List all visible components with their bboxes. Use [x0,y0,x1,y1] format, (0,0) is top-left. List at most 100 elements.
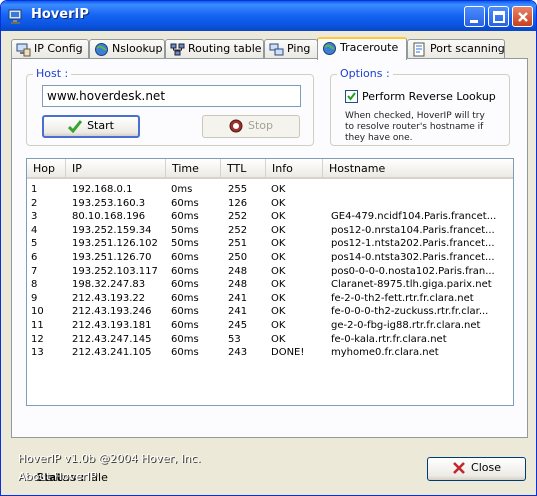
close-button[interactable]: Close [427,457,526,481]
table-cell: 245 [228,320,248,331]
table-cell: OK [271,333,286,345]
minimize-button[interactable] [464,6,485,27]
table-cell: OK [271,265,286,277]
close-window-button[interactable] [512,6,533,27]
table-cell: 193.252.103.117 [72,265,158,277]
table-cell: Claranet-8975.tlh.giga.parix.net [331,279,492,291]
table-cell: 12 [31,333,44,345]
app-icon [8,9,22,24]
table-cell: 2 [31,197,38,209]
table-cell: 60ms [171,279,199,291]
column-header-ip[interactable]: IP [66,159,166,179]
maximize-button[interactable] [488,6,509,27]
table-cell: 60ms [171,306,199,318]
tab-ping[interactable]: Ping [264,39,318,59]
tab-label: Port scanning [430,42,505,55]
tab-ip-config[interactable]: IP Config [11,39,89,59]
tab-nslookup[interactable]: Nslookup [89,39,165,59]
table-cell: pos12-0.nrsta104.Paris.francet... [331,224,495,236]
reverse-lookup-checkbox[interactable] [345,90,358,103]
traceroute-globe-icon [323,42,336,55]
table-cell: 251 [228,238,248,250]
column-header-hop[interactable]: Hop [27,159,66,179]
table-cell: 248 [228,279,248,291]
table-cell: 60ms [171,211,199,223]
column-header-info[interactable]: Info [266,159,323,179]
table-cell: fe-2-0-th2-fett.rtr.fr.clara.net [331,292,474,304]
tab-label: Traceroute [340,41,399,54]
traceroute-results-table[interactable]: Hop IP Time TTL Info Hostname 1 192.168.0… [26,158,514,406]
stop-button[interactable]: Stop [202,115,300,138]
window-title: HoverIP [31,7,89,22]
close-icon [518,12,528,22]
table-row[interactable]: 4 193.252.159.34 50ms 252 OK pos12-0.nrsta104… [27,224,513,237]
traceroute-panel: Host : www.hoverdesk.net Start Stop Opti… [11,58,528,484]
column-header-ttl[interactable]: TTL [221,159,266,179]
table-cell: 212.43.193.246 [72,306,152,318]
table-cell: 5 [31,238,38,250]
host-input-value: www.hoverdesk.net [47,89,166,103]
table-cell: 3 [31,211,38,223]
table-cell: 60ms [171,197,199,209]
tab-traceroute[interactable]: Traceroute [317,37,407,60]
table-row[interactable]: 11 212.43.193.181 60ms 245 OK ge-2-0-fbg-ig88… [27,319,513,332]
table-row[interactable]: 3 80.10.168.196 60ms 252 OK GE4-479.ncidf104.… [27,210,513,223]
table-row[interactable]: 1 192.168.0.1 0ms 255 OK [27,183,513,196]
table-row[interactable]: 8 198.32.247.83 60ms 248 OK Claranet-8975.tlh… [27,278,513,291]
table-cell: 252 [228,211,248,223]
column-header-hostname[interactable]: Hostname [323,159,513,179]
table-cell: 241 [228,292,248,304]
table-cell: 50ms [171,224,199,236]
ping-icon [269,43,284,56]
table-row[interactable]: 6 193.251.126.70 60ms 250 OK pos14-0.ntsta302… [27,251,513,264]
tab-routing-table[interactable]: Routing table [165,39,264,59]
table-cell: 250 [228,252,248,263]
table-cell: OK [271,320,286,331]
about-link[interactable]: About HoverIP [18,470,97,483]
table-row[interactable]: 13 212.43.241.105 60ms 243 DONE! myhome0.fr.c… [27,346,513,359]
table-cell: 212.43.247.145 [72,333,152,345]
table-row[interactable]: 10 212.43.193.246 60ms 241 OK fe-0-0-0-th2-zu… [27,305,513,318]
reverse-lookup-hint: When checked, HoverIP will try to resolv… [345,111,485,144]
table-cell: 60ms [171,320,199,331]
title-bar[interactable]: HoverIP [1,1,536,31]
table-row[interactable]: 5 193.251.126.102 50ms 251 OK pos12-1.ntsta20… [27,237,513,250]
table-cell: 4 [31,224,38,236]
table-cell: 7 [31,265,38,277]
table-cell: 126 [228,197,248,209]
table-cell: 198.32.247.83 [72,279,146,291]
table-cell: OK [271,211,286,223]
hint-line: When checked, HoverIP will try [345,111,485,121]
table-cell: OK [271,224,286,236]
start-button[interactable]: Start [42,115,140,138]
table-cell: DONE! [271,347,305,359]
tab-port-scanning[interactable]: Port scanning [407,39,505,59]
table-cell: 0ms [171,184,193,195]
table-row[interactable]: 2 193.253.160.3 60ms 126 OK [27,197,513,210]
table-cell: 60ms [171,333,199,345]
x-icon [453,462,465,474]
close-label: Close [471,461,501,474]
table-cell: fe-0-0-0-th2-zuckuss.rtr.fr.clar... [331,306,489,318]
stop-label: Stop [247,119,273,132]
table-row[interactable]: 12 212.43.247.145 60ms 53 OK fe-0-kala.rtr.fr… [27,333,513,346]
table-row[interactable]: 7 193.252.103.117 60ms 248 OK pos0-0-0-0.nost… [27,265,513,278]
table-cell: 60ms [171,347,199,359]
table-cell: OK [271,238,286,250]
hint-line: to resolve router's hostname if [345,122,484,132]
table-cell: 243 [228,347,248,359]
table-cell: 252 [228,224,248,236]
port-scanning-icon [413,42,425,57]
options-group: Options : Perform Reverse Lookup When ch… [330,67,510,146]
checkmark-icon [68,120,83,133]
table-cell: 248 [228,265,248,277]
table-cell: 8 [31,279,38,291]
reverse-lookup-label: Perform Reverse Lookup [362,90,496,103]
column-header-time[interactable]: Time [166,159,221,179]
table-cell: 6 [31,252,38,263]
host-input[interactable]: www.hoverdesk.net [42,85,301,107]
table-cell: 1 [31,184,38,195]
hoverip-window: HoverIP IP Config Nslookup Routing table… [0,0,537,496]
table-row[interactable]: 9 212.43.193.22 60ms 241 OK fe-2-0-th2-fett.r… [27,292,513,305]
table-cell: 193.253.160.3 [72,197,146,209]
